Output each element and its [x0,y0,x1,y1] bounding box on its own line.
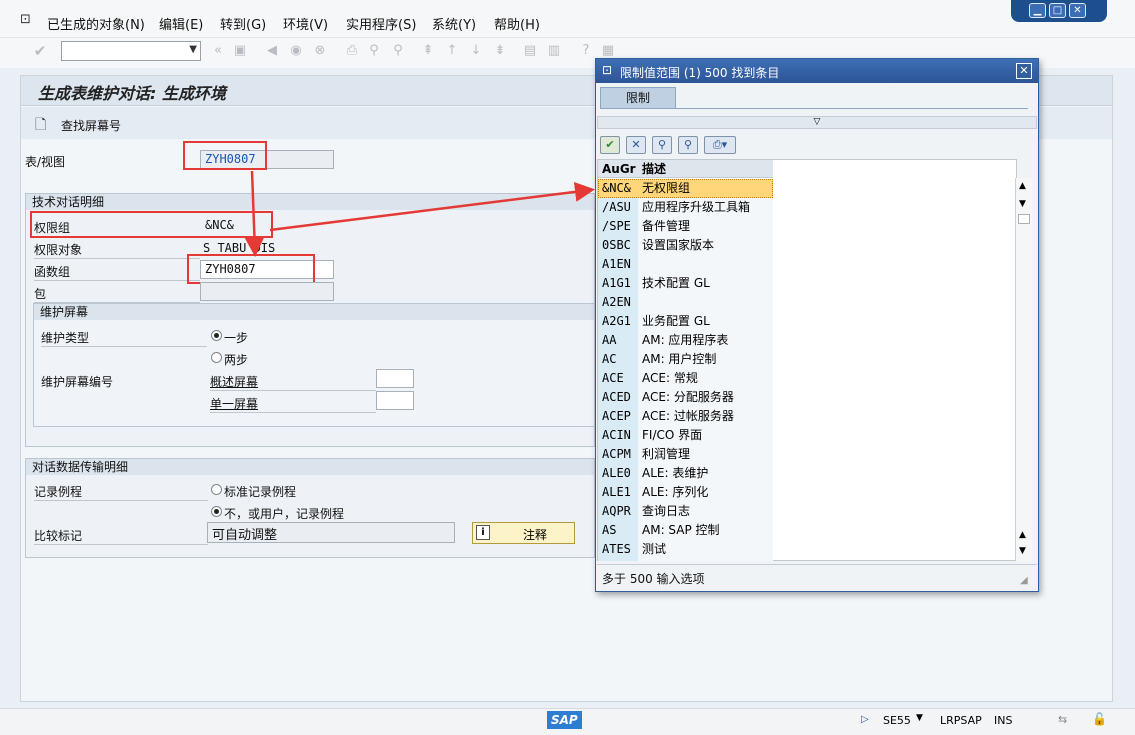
row-description: AM: 应用程序表 [642,333,729,347]
resize-grip-icon[interactable]: ◢ [1020,575,1028,586]
row-code: ATES [602,542,631,556]
tab-underline [600,108,1028,109]
row-code: 0SBC [602,238,631,252]
row-description: 业务配置 GL [642,314,710,328]
find-next-icon[interactable]: ⚲ [678,136,698,154]
dialog-icon: ⊡ [602,63,613,77]
list-item[interactable]: ACEP ACE: 过帐服务器 [598,407,773,426]
row-description: FI/CO 界面 [642,428,703,442]
list-item[interactable]: ATES 测试 [598,540,773,559]
column-header-code[interactable]: AuGr [602,160,636,179]
row-code: ACEP [602,409,631,423]
expand-bar[interactable]: ▽ [597,116,1037,129]
result-grid: AuGr 描述 &NC& 无权限组/ASU 应用程序升级工具箱/SPE 备件管理 0SB… [597,159,1017,561]
list-item[interactable]: /ASU 应用程序升级工具箱 [598,198,773,217]
row-code: ACED [602,390,631,404]
dialog-title: 限制值范围 (1) 500 找到条目 [620,66,780,80]
row-code: /SPE [602,219,631,233]
row-code: ACPM [602,447,631,461]
row-description: 应用程序升级工具箱 [642,200,751,214]
row-description: 技术配置 GL [642,276,710,290]
row-description: 设置国家版本 [642,238,715,252]
row-code: ACIN [602,428,631,442]
list-item[interactable]: AQPR 查询日志 [598,502,773,521]
list-item[interactable]: ACED ACE: 分配服务器 [598,388,773,407]
list-item[interactable]: ACPM 利润管理 [598,445,773,464]
row-code: AQPR [602,504,631,518]
print-icon[interactable]: ⎙▾ [704,136,736,154]
list-item[interactable]: AS AM: SAP 控制 [598,521,773,540]
lock-icon[interactable]: 🔓 [1092,712,1107,726]
row-description: ALE: 序列化 [642,485,709,499]
row-description: 无权限组 [642,181,691,195]
row-code: A2G1 [602,314,631,328]
row-code: ALE1 [602,485,631,499]
list-item[interactable]: AA AM: 应用程序表 [598,331,773,350]
row-code: A2EN [602,295,631,309]
row-description: AM: SAP 控制 [642,523,720,537]
scroll-down-icon[interactable]: ▼ [1019,546,1026,556]
row-code: ALE0 [602,466,631,480]
find-icon[interactable]: ⚲ [652,136,672,154]
row-code: A1EN [602,257,631,271]
row-description: ACE: 常规 [642,371,698,385]
row-code: &NC& [602,181,631,195]
row-description: ALE: 表维护 [642,466,709,480]
transfer-icon[interactable]: ⇆ [1058,713,1067,726]
column-header-desc[interactable]: 描述 [642,160,666,179]
list-item[interactable]: &NC& 无权限组 [598,179,773,198]
arrow-to-popup [269,181,595,232]
list-item[interactable]: A2G1 业务配置 GL [598,312,773,331]
list-item[interactable]: AC AM: 用户控制 [598,350,773,369]
row-description: 查询日志 [642,504,691,518]
row-code: ACE [602,371,624,385]
list-item[interactable]: /SPE 备件管理 [598,217,773,236]
scroll-up-icon[interactable]: ▲ [1019,530,1026,540]
row-code: AS [602,523,617,537]
list-item[interactable]: ALE0 ALE: 表维护 [598,464,773,483]
chevron-down-icon[interactable]: ▼ [916,713,923,723]
row-code: /ASU [602,200,631,214]
cancel-icon[interactable]: ✕ [626,136,646,154]
list-item[interactable]: A1EN [598,255,773,274]
row-description: ACE: 分配服务器 [642,390,734,404]
tcode: SE55 [883,714,911,727]
dialog-title-bar: ⊡ 限制值范围 (1) 500 找到条目 [596,59,1038,83]
row-description: ACE: 过帐服务器 [642,409,734,423]
row-description: 测试 [642,542,667,556]
status-bar: SAP ▷ SE55 ▼ LRPSAP INS ⇆ 🔓 [0,708,1135,735]
row-description: 利润管理 [642,447,691,461]
scroll-thumb[interactable] [1018,214,1030,224]
check-icon[interactable]: ✔ [600,136,620,154]
list-item[interactable]: ALE1 ALE: 序列化 [598,483,773,502]
row-code: AC [602,352,617,366]
row-description: AM: 用户控制 [642,352,717,366]
list-item[interactable]: A1G1 技术配置 GL [598,274,773,293]
arrow-to-fgroup [244,170,265,257]
list-item[interactable]: ACIN FI/CO 界面 [598,426,773,445]
sap-logo: SAP [547,711,582,729]
list-item[interactable]: ACE ACE: 常规 [598,369,773,388]
play-icon[interactable]: ▷ [861,714,869,725]
list-item[interactable]: A2EN [598,293,773,312]
footer-status: 多于 500 输入选项 [602,572,705,586]
input-mode: INS [994,714,1013,727]
row-description: 备件管理 [642,219,691,233]
vertical-scrollbar[interactable]: ▲ ▼ ▲ ▼ [1015,178,1032,561]
row-code: A1G1 [602,276,631,290]
scroll-down-icon[interactable]: ▼ [1019,199,1026,209]
server-name: LRPSAP [940,714,982,727]
scroll-up-icon[interactable]: ▲ [1019,181,1026,191]
row-code: AA [602,333,617,347]
close-icon[interactable]: ✕ [1016,63,1032,79]
tab-restrictions[interactable]: 限制 [600,87,676,109]
list-item[interactable]: 0SBC 设置国家版本 [598,236,773,255]
